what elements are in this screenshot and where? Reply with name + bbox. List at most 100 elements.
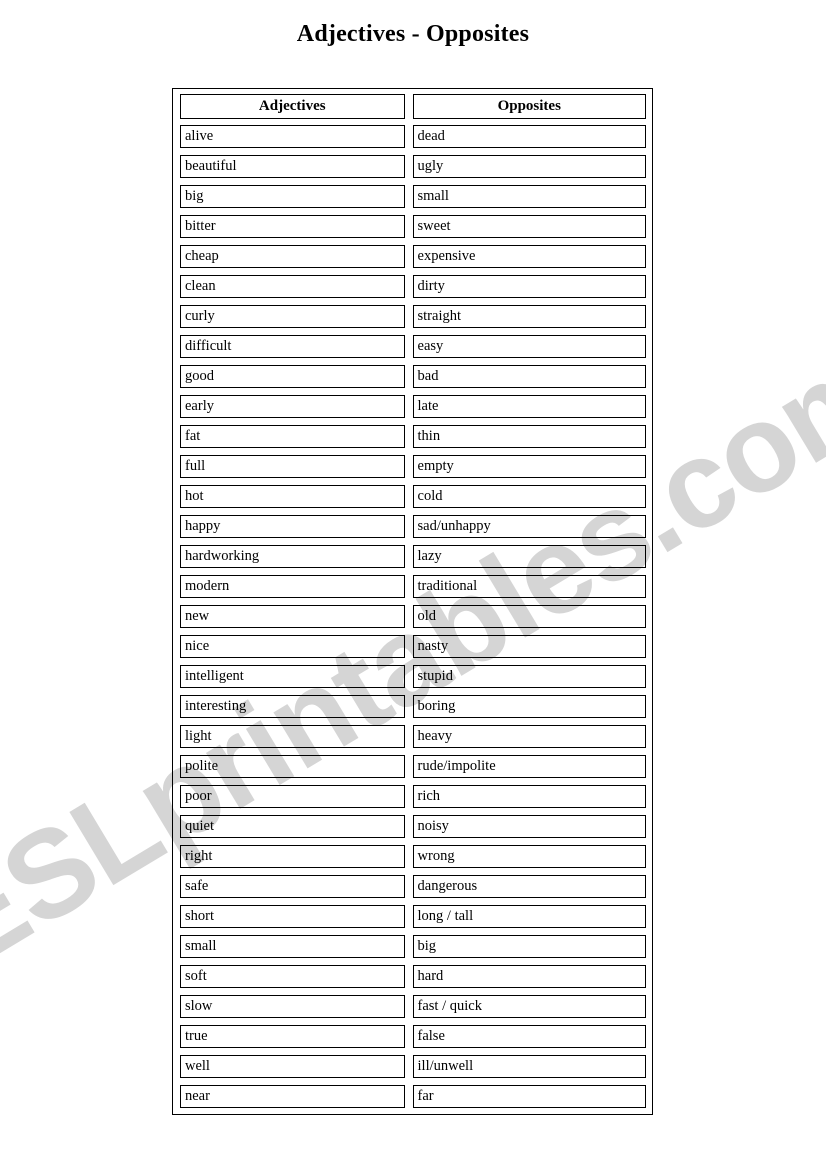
table-row: bitter sweet — [180, 215, 646, 238]
adjective-cell: difficult — [180, 335, 405, 358]
opposite-cell: bad — [412, 365, 646, 388]
table-row: poor rich — [180, 785, 646, 808]
table-row: beautiful ugly — [180, 155, 646, 178]
table-row: good bad — [180, 365, 646, 388]
table-row: alive dead — [180, 125, 646, 148]
opposite-cell: dead — [412, 125, 646, 148]
table-row: hardworking lazy — [180, 545, 646, 568]
worksheet-page: Adjectives - Opposites Adjectives Opposi… — [0, 0, 826, 1169]
adjective-cell: hardworking — [180, 545, 405, 568]
table-row: soft hard — [180, 965, 646, 988]
table-row: hot cold — [180, 485, 646, 508]
adjective-cell: true — [180, 1025, 405, 1048]
adjective-cell: full — [180, 455, 405, 478]
opposite-cell: late — [412, 395, 646, 418]
adjective-cell: well — [180, 1055, 405, 1078]
adjective-cell: clean — [180, 275, 405, 298]
adjective-cell: short — [180, 905, 405, 928]
opposite-cell: ugly — [412, 155, 646, 178]
opposite-cell: big — [412, 935, 646, 958]
adjective-cell: nice — [180, 635, 405, 658]
table-row: fat thin — [180, 425, 646, 448]
adjective-cell: right — [180, 845, 405, 868]
adjective-cell: new — [180, 605, 405, 628]
adjective-cell: early — [180, 395, 405, 418]
table-row: early late — [180, 395, 646, 418]
adjective-cell: alive — [180, 125, 405, 148]
opposite-cell: sweet — [412, 215, 646, 238]
table-row: polite rude/impolite — [180, 755, 646, 778]
table-row: quiet noisy — [180, 815, 646, 838]
opposite-cell: ill/unwell — [412, 1055, 646, 1078]
adjective-cell: slow — [180, 995, 405, 1018]
opposite-cell: noisy — [412, 815, 646, 838]
table-row: interesting boring — [180, 695, 646, 718]
table-row: nice nasty — [180, 635, 646, 658]
opposite-cell: cold — [412, 485, 646, 508]
opposite-cell: traditional — [412, 575, 646, 598]
opposite-cell: wrong — [412, 845, 646, 868]
table-row: curly straight — [180, 305, 646, 328]
adjective-cell: beautiful — [180, 155, 405, 178]
table-row: modern traditional — [180, 575, 646, 598]
opposite-cell: small — [412, 185, 646, 208]
opposite-cell: empty — [412, 455, 646, 478]
opposite-cell: stupid — [412, 665, 646, 688]
table-row: new old — [180, 605, 646, 628]
table-row: small big — [180, 935, 646, 958]
adjective-cell: curly — [180, 305, 405, 328]
table-row: short long / tall — [180, 905, 646, 928]
adjective-cell: safe — [180, 875, 405, 898]
table-row: near far — [180, 1085, 646, 1108]
adjective-cell: modern — [180, 575, 405, 598]
adjective-cell: fat — [180, 425, 405, 448]
opposite-cell: rude/impolite — [412, 755, 646, 778]
opposite-cell: fast / quick — [412, 995, 646, 1018]
column-header-adjectives: Adjectives — [180, 94, 405, 119]
adjective-cell: intelligent — [180, 665, 405, 688]
table-row: right wrong — [180, 845, 646, 868]
table-body: alive dead beautiful ugly big small bitter swee… — [180, 125, 646, 1108]
adjective-cell: light — [180, 725, 405, 748]
opposite-cell: boring — [412, 695, 646, 718]
opposite-cell: dirty — [412, 275, 646, 298]
opposite-cell: sad/unhappy — [412, 515, 646, 538]
opposite-cell: rich — [412, 785, 646, 808]
table-row: cheap expensive — [180, 245, 646, 268]
adjective-cell: interesting — [180, 695, 405, 718]
adjectives-opposites-table: Adjectives Opposites alive dead beautiful u… — [172, 88, 653, 1115]
adjective-cell: happy — [180, 515, 405, 538]
page-title: Adjectives - Opposites — [296, 21, 530, 47]
adjective-cell: quiet — [180, 815, 405, 838]
opposite-cell: lazy — [412, 545, 646, 568]
table-row: safe dangerous — [180, 875, 646, 898]
table-row: true false — [180, 1025, 646, 1048]
adjective-cell: near — [180, 1085, 405, 1108]
table-row: light heavy — [180, 725, 646, 748]
table-row: difficult easy — [180, 335, 646, 358]
adjective-cell: hot — [180, 485, 405, 508]
adjective-cell: good — [180, 365, 405, 388]
table-row: big small — [180, 185, 646, 208]
table-row: happy sad/unhappy — [180, 515, 646, 538]
adjective-cell: cheap — [180, 245, 405, 268]
opposite-cell: hard — [412, 965, 646, 988]
adjective-cell: small — [180, 935, 405, 958]
table-row: intelligent stupid — [180, 665, 646, 688]
opposite-cell: straight — [412, 305, 646, 328]
opposite-cell: thin — [412, 425, 646, 448]
opposite-cell: easy — [412, 335, 646, 358]
opposite-cell: old — [412, 605, 646, 628]
table-row: full empty — [180, 455, 646, 478]
adjective-cell: big — [180, 185, 405, 208]
opposite-cell: dangerous — [412, 875, 646, 898]
table-row: well ill/unwell — [180, 1055, 646, 1078]
opposite-cell: far — [412, 1085, 646, 1108]
table-row: slow fast / quick — [180, 995, 646, 1018]
table-header-row: Adjectives Opposites — [180, 94, 646, 119]
opposite-cell: heavy — [412, 725, 646, 748]
opposite-cell: long / tall — [412, 905, 646, 928]
adjective-cell: bitter — [180, 215, 405, 238]
opposite-cell: false — [412, 1025, 646, 1048]
adjective-cell: poor — [180, 785, 405, 808]
